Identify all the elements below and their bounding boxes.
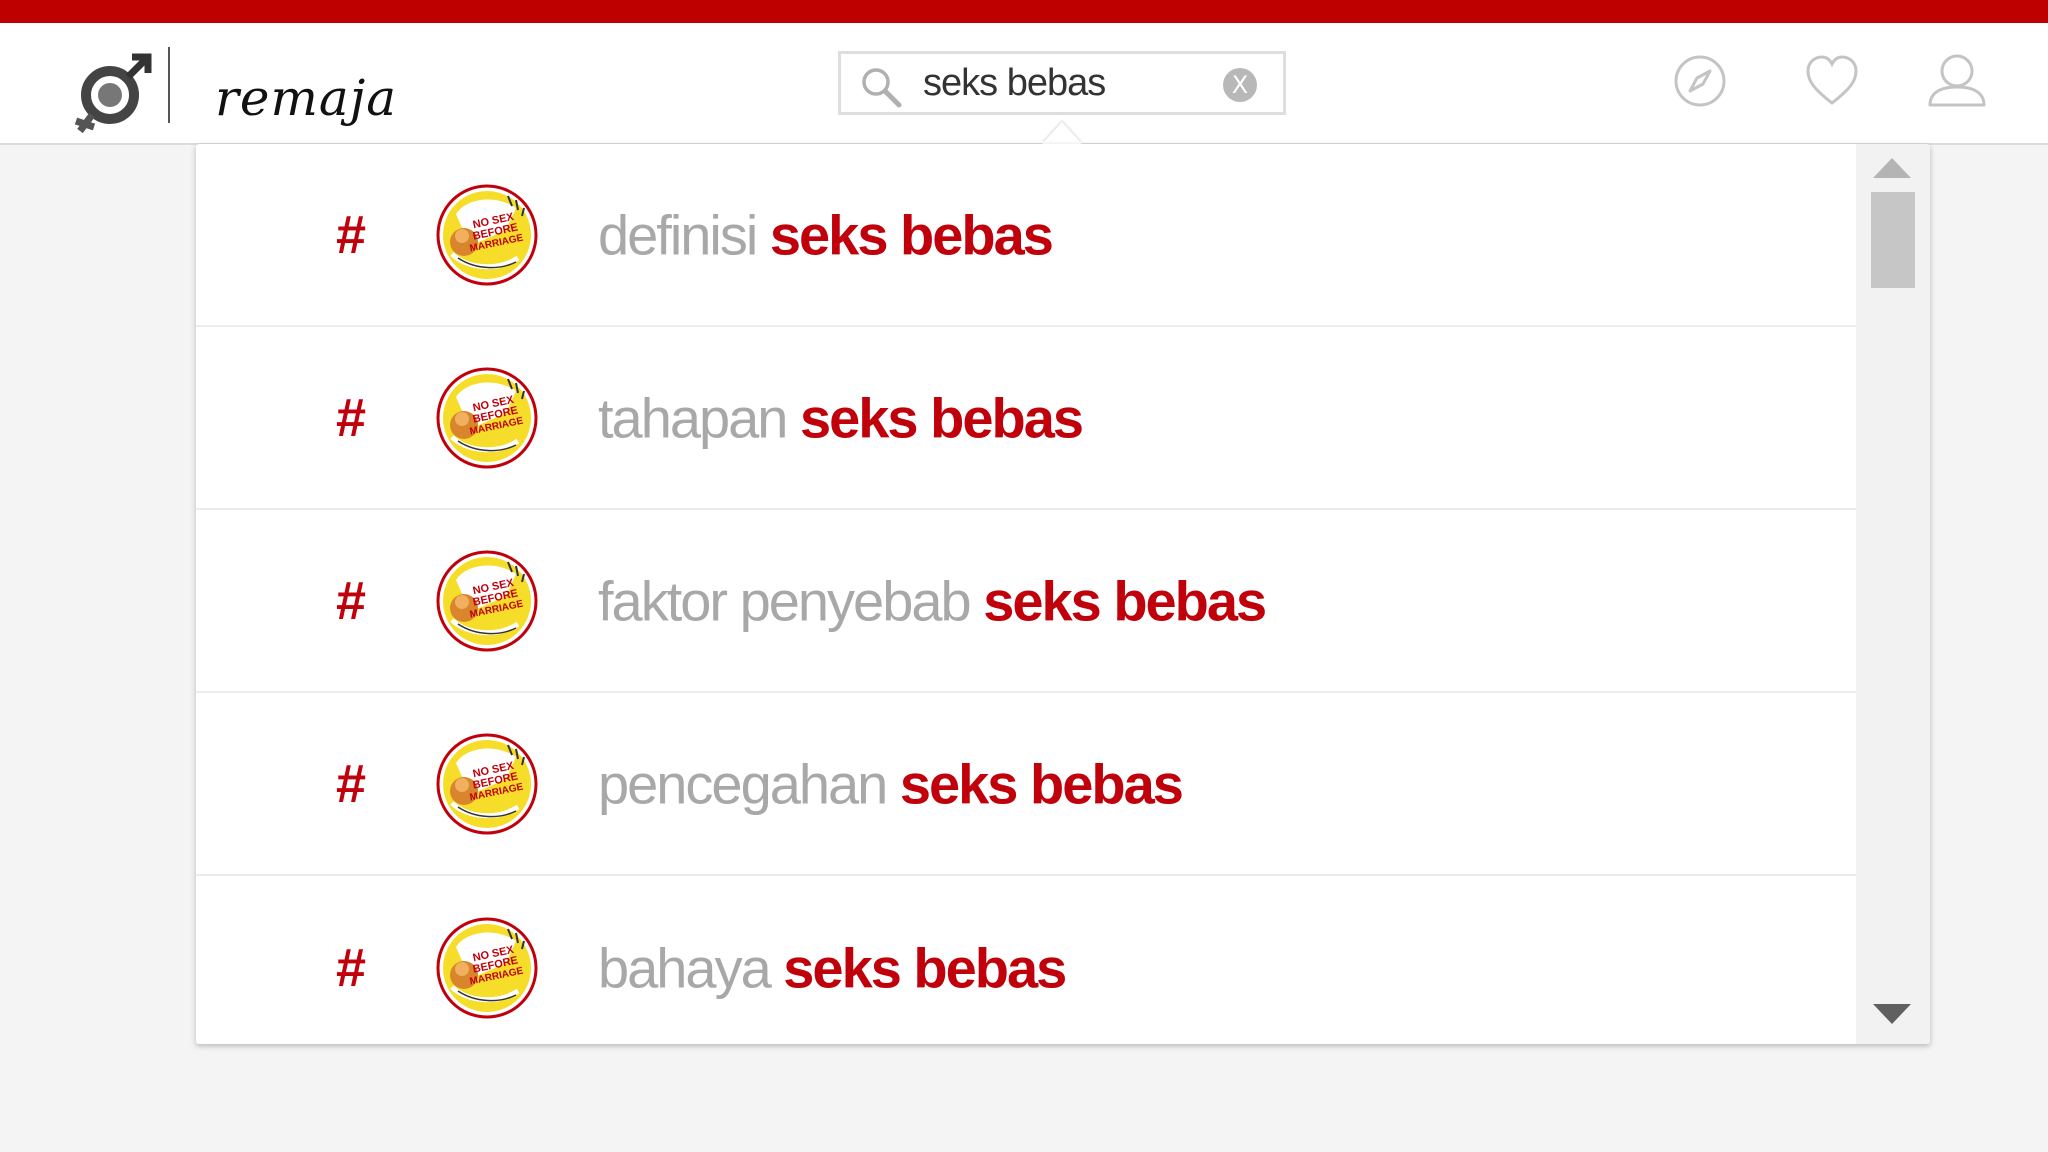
no-sex-before-marriage-badge: NO SEX BEFORE MARRIAGE bbox=[436, 550, 538, 651]
heart-icon[interactable] bbox=[1804, 53, 1860, 109]
scrollbar[interactable] bbox=[1856, 144, 1930, 1044]
suggestion-text: bahaya seks bebas bbox=[598, 935, 1067, 1000]
suggestion-keyword: seks bebas bbox=[899, 752, 1184, 815]
suggestion-text: faktor penyebab seks bebas bbox=[598, 568, 1267, 633]
suggestion-text: definisi seks bebas bbox=[598, 202, 1054, 267]
logo-divider bbox=[168, 47, 170, 123]
suggestion-text: tahapan seks bebas bbox=[598, 385, 1084, 450]
suggestion-prefix: tahapan bbox=[598, 386, 788, 449]
scroll-up-arrow-icon[interactable] bbox=[1873, 158, 1911, 178]
brand-name: remaja bbox=[215, 69, 398, 127]
hashtag-icon: # bbox=[336, 387, 367, 448]
dropdown-pointer bbox=[1042, 122, 1082, 144]
suggestion-list: # NO SEX BEFORE MARRIAGE definisi seks b… bbox=[196, 144, 1856, 1044]
suggestion-keyword: seks bebas bbox=[783, 936, 1067, 999]
search-suggestions-dropdown: # NO SEX BEFORE MARRIAGE definisi seks b… bbox=[196, 144, 1930, 1044]
hashtag-icon: # bbox=[336, 570, 367, 631]
clear-search-button[interactable]: X bbox=[1223, 68, 1257, 102]
suggestion-prefix: pencegahan bbox=[598, 752, 888, 815]
suggestion-keyword: seks bebas bbox=[769, 203, 1054, 266]
no-sex-before-marriage-badge: NO SEX BEFORE MARRIAGE bbox=[436, 367, 538, 468]
header: remaja X bbox=[0, 23, 2048, 145]
suggestion-text: pencegahan seks bebas bbox=[598, 751, 1184, 816]
scroll-down-arrow-icon[interactable] bbox=[1873, 1004, 1911, 1024]
search-icon bbox=[862, 68, 902, 108]
scrollbar-thumb[interactable] bbox=[1871, 192, 1915, 288]
hashtag-icon: # bbox=[336, 204, 367, 265]
compass-icon[interactable] bbox=[1672, 53, 1728, 109]
search-input[interactable] bbox=[923, 62, 1203, 104]
hashtag-icon: # bbox=[336, 937, 367, 998]
suggestion-keyword: seks bebas bbox=[983, 569, 1267, 632]
suggestion-item[interactable]: # NO SEX BEFORE MARRIAGE pencegahan seks… bbox=[196, 693, 1856, 876]
suggestion-prefix: faktor penyebab bbox=[598, 569, 972, 632]
suggestion-item[interactable]: # NO SEX BEFORE MARRIAGE definisi seks b… bbox=[196, 144, 1856, 327]
suggestion-item[interactable]: # NO SEX BEFORE MARRIAGE tahapan seks be… bbox=[196, 327, 1856, 510]
search-box[interactable]: X bbox=[838, 51, 1286, 115]
suggestion-item[interactable]: # NO SEX BEFORE MARRIAGE faktor penyebab… bbox=[196, 510, 1856, 693]
no-sex-before-marriage-badge: NO SEX BEFORE MARRIAGE bbox=[436, 733, 538, 834]
suggestion-keyword: seks bebas bbox=[800, 386, 1084, 449]
hashtag-icon: # bbox=[336, 753, 367, 814]
no-sex-before-marriage-badge: NO SEX BEFORE MARRIAGE bbox=[436, 184, 538, 285]
user-icon[interactable] bbox=[1926, 53, 1988, 109]
no-sex-before-marriage-badge: NO SEX BEFORE MARRIAGE bbox=[436, 917, 538, 1018]
suggestion-prefix: definisi bbox=[598, 203, 758, 266]
suggestion-item[interactable]: # NO SEX BEFORE MARRIAGE bahaya seks beb… bbox=[196, 876, 1856, 1044]
suggestion-prefix: bahaya bbox=[598, 936, 784, 999]
top-accent-bar bbox=[0, 0, 2048, 23]
logo-icon[interactable] bbox=[70, 49, 156, 135]
